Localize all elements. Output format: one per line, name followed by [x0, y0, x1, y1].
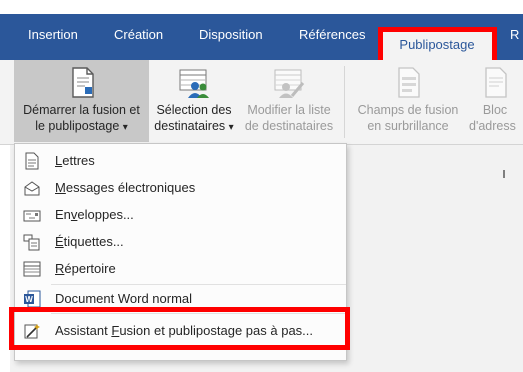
- start-mail-merge-dropdown: Lettres Messages électroniques Enveloppe…: [14, 143, 347, 361]
- start-merge-label-1: Démarrer la fusion et: [23, 103, 140, 117]
- menu-item-label: Messages électroniques: [55, 180, 196, 195]
- address-block-label-2: d'adress: [469, 119, 516, 133]
- highlight-fields-label-1: Champs de fusion: [357, 103, 459, 117]
- labels-icon: [23, 234, 40, 251]
- select-recipients-button[interactable]: Sélection des destinataires ▾: [151, 60, 237, 142]
- select-recipients-label-1: Sélection des: [156, 103, 232, 117]
- directory-icon: [23, 261, 41, 277]
- menu-separator: [51, 284, 346, 285]
- edit-list-label-2: de destinataires: [244, 119, 334, 133]
- ribbon-panel: Démarrer la fusion et le publipostage ▾ …: [0, 60, 523, 145]
- menu-item-label: Enveloppes...: [55, 207, 134, 222]
- envelope-icon: [23, 210, 41, 222]
- menu-item-labels[interactable]: Étiquettes...: [15, 229, 346, 255]
- highlight-merge-fields-button[interactable]: Champs de fusion en surbrillance: [349, 60, 467, 142]
- chevron-down-icon: ▾: [228, 122, 234, 133]
- ruler-marker: [503, 170, 505, 178]
- menu-item-letters[interactable]: Lettres: [15, 148, 346, 174]
- svg-text:W: W: [25, 295, 33, 304]
- menu-item-envelopes[interactable]: Enveloppes...: [15, 202, 346, 228]
- edit-list-icon: [274, 69, 305, 98]
- menu-item-label: Assistant Fusion et publipostage pas à p…: [55, 323, 314, 338]
- start-mail-merge-button[interactable]: Démarrer la fusion et le publipostage ▾: [14, 60, 149, 142]
- highlight-fields-label-2: en surbrillance: [367, 119, 449, 133]
- recipients-icon: [179, 69, 209, 98]
- menu-item-label: Lettres: [55, 153, 95, 168]
- edit-recipient-list-button[interactable]: Modifier la liste de destinataires: [239, 60, 339, 142]
- menu-item-directory[interactable]: Répertoire: [15, 256, 346, 282]
- tab-disposition[interactable]: Disposition: [199, 25, 263, 45]
- menu-separator: [51, 313, 346, 314]
- edit-list-label-1: Modifier la liste: [247, 103, 331, 117]
- letter-icon: [25, 152, 39, 170]
- address-block-icon: [485, 67, 507, 98]
- address-block-button[interactable]: Bloc d'adress: [467, 60, 523, 142]
- menu-item-label: Répertoire: [55, 261, 116, 276]
- menu-item-email-messages[interactable]: Messages électroniques: [15, 175, 346, 201]
- select-recipients-label-2: destinataires ▾: [154, 119, 234, 133]
- menu-item-label: Document Word normal: [55, 291, 193, 306]
- menu-item-label: Étiquettes...: [55, 234, 124, 249]
- menu-item-step-by-step-wizard[interactable]: Assistant Fusion et publipostage pas à p…: [15, 318, 346, 344]
- highlight-fields-icon: [398, 67, 420, 98]
- ribbon-group-separator: [344, 66, 345, 138]
- tab-publipostage[interactable]: Publipostage: [382, 30, 492, 60]
- address-block-label-1: Bloc: [482, 103, 508, 117]
- wizard-icon: [24, 324, 40, 339]
- word-doc-icon: W: [24, 290, 41, 308]
- tab-partial[interactable]: R: [510, 25, 519, 45]
- document-page-edge: [0, 145, 10, 372]
- chevron-down-icon: ▾: [122, 122, 128, 133]
- start-merge-label-2: le publipostage ▾: [35, 119, 128, 133]
- menu-item-normal-word-document[interactable]: W Document Word normal: [15, 286, 346, 312]
- tab-references[interactable]: Références: [299, 25, 365, 45]
- document-merge-icon: [71, 67, 94, 98]
- tab-insertion[interactable]: Insertion: [28, 25, 78, 45]
- envelope-open-icon: [24, 181, 40, 196]
- tab-creation[interactable]: Création: [114, 25, 163, 45]
